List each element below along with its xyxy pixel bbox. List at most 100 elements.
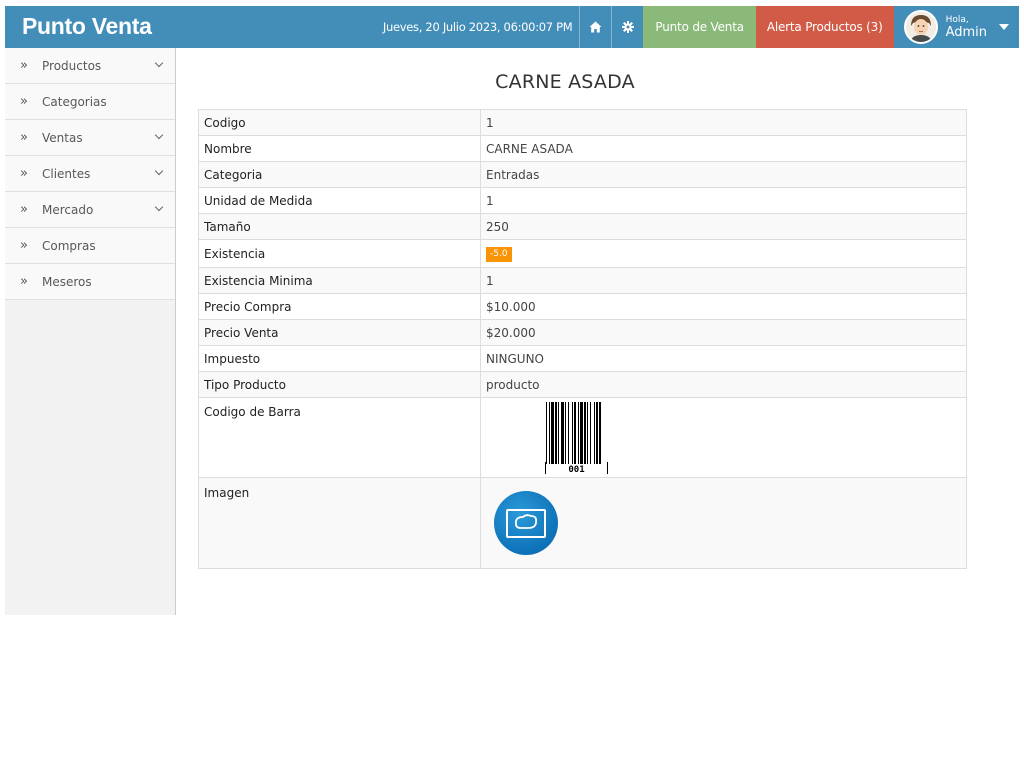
greeting-label: Hola,	[945, 14, 969, 25]
table-row: Codigo 1	[198, 109, 967, 136]
sidebar-item-productos[interactable]: » Productos	[5, 48, 175, 84]
page-title: CARNE ASADA	[495, 71, 635, 93]
product-detail-table: Codigo 1 Nombre CARNE ASADA Categoria En…	[198, 109, 967, 569]
field-value: $20.000	[480, 319, 967, 346]
double-chevron-right-icon: »	[20, 202, 28, 217]
field-label: Codigo	[198, 109, 481, 136]
sidebar-item-label: Meseros	[42, 274, 92, 289]
product-alert-button[interactable]: Alerta Productos (3)	[755, 6, 894, 48]
image-placeholder-icon	[506, 509, 546, 538]
table-row: Tamaño 250	[198, 213, 967, 240]
double-chevron-right-icon: »	[20, 166, 28, 181]
field-value	[480, 477, 967, 569]
table-row: Precio Venta $20.000	[198, 319, 967, 346]
brand-logo[interactable]: Punto Venta	[5, 6, 152, 48]
barcode-bar	[594, 402, 595, 464]
table-row: Existencia Minima 1	[198, 267, 967, 294]
gear-icon	[621, 21, 634, 33]
field-value: -5.0	[480, 239, 967, 268]
field-label: Existencia	[198, 239, 481, 268]
barcode-bar	[555, 402, 557, 464]
field-label: Nombre	[198, 135, 481, 162]
field-value: 1	[480, 109, 967, 136]
field-label: Codigo de Barra	[198, 397, 481, 478]
barcode-bar	[546, 402, 547, 464]
double-chevron-right-icon: »	[20, 94, 28, 109]
field-label: Impuesto	[198, 345, 481, 372]
chevron-down-icon	[154, 130, 164, 140]
top-navbar: Punto Venta Jueves, 20 Julio 2023, 06:00…	[5, 6, 1019, 48]
sidebar-item-meseros[interactable]: » Meseros	[5, 264, 175, 300]
field-value: 001	[480, 397, 967, 478]
field-label: Categoria	[198, 161, 481, 188]
double-chevron-right-icon: »	[20, 274, 28, 289]
sidebar-item-label: Categorias	[42, 94, 107, 109]
sidebar-item-ventas[interactable]: » Ventas	[5, 120, 175, 156]
field-value: 1	[480, 267, 967, 294]
barcode-bar	[596, 402, 598, 464]
pos-button[interactable]: Punto de Venta	[643, 6, 756, 48]
sidebar-item-mercado[interactable]: » Mercado	[5, 192, 175, 228]
stock-badge: -5.0	[486, 247, 512, 262]
table-row: Codigo de Barra 001	[198, 397, 967, 478]
barcode-bar	[551, 402, 554, 464]
barcode-bar	[572, 402, 573, 464]
sidebar-item-compras[interactable]: » Compras	[5, 228, 175, 264]
field-label: Tipo Producto	[198, 371, 481, 398]
table-row: Precio Compra $10.000	[198, 293, 967, 320]
field-value: 1	[480, 187, 967, 214]
table-row: Categoria Entradas	[198, 161, 967, 188]
field-label: Existencia Minima	[198, 267, 481, 294]
home-icon	[589, 21, 602, 33]
user-greeting: Hola, Admin	[945, 14, 987, 40]
avatar	[903, 10, 938, 44]
settings-button[interactable]	[611, 6, 643, 48]
field-value: Entradas	[480, 161, 967, 188]
caret-down-icon	[999, 24, 1009, 30]
double-chevron-right-icon: »	[20, 238, 28, 253]
barcode-number: 001	[568, 465, 584, 474]
field-value: CARNE ASADA	[480, 135, 967, 162]
sidebar-item-label: Productos	[42, 58, 102, 73]
field-value: $10.000	[480, 293, 967, 320]
barcode-bar	[561, 402, 564, 464]
user-menu[interactable]: Hola, Admin	[894, 6, 1019, 48]
barcode-bar	[587, 402, 588, 464]
barcode-bar	[599, 402, 601, 464]
sidebar-item-clientes[interactable]: » Clientes	[5, 156, 175, 192]
double-chevron-right-icon: »	[20, 130, 28, 145]
table-row: Existencia -5.0	[198, 239, 967, 268]
field-label: Tamaño	[198, 213, 481, 240]
field-label: Precio Compra	[198, 293, 481, 320]
table-row: Unidad de Medida 1	[198, 187, 967, 214]
sidebar-item-label: Ventas	[42, 130, 83, 145]
sidebar-item-categorias[interactable]: » Categorias	[5, 84, 175, 120]
table-row: Nombre CARNE ASADA	[198, 135, 967, 162]
table-row: Imagen	[198, 477, 967, 569]
field-value: producto	[480, 371, 967, 398]
barcode-bar	[565, 402, 566, 464]
sidebar-item-label: Clientes	[42, 166, 91, 181]
home-button[interactable]	[579, 6, 611, 48]
barcode-bar	[578, 402, 579, 464]
field-value: 250	[480, 213, 967, 240]
chevron-down-icon	[154, 58, 164, 68]
barcode-bar	[549, 402, 550, 464]
user-name: Admin	[945, 24, 987, 40]
field-label: Imagen	[198, 477, 481, 569]
double-chevron-right-icon: »	[20, 58, 28, 73]
field-value: NINGUNO	[480, 345, 967, 372]
datetime-display: Jueves, 20 Julio 2023, 06:00:07 PM	[382, 20, 573, 34]
chevron-down-icon	[154, 202, 164, 212]
barcode-bar	[558, 402, 559, 464]
barcode-bar	[580, 402, 583, 464]
product-image	[494, 491, 558, 555]
sidebar-item-label: Compras	[42, 238, 96, 253]
barcode-image: 001	[544, 402, 961, 477]
table-row: Tipo Producto producto	[198, 371, 967, 398]
barcode-bar	[590, 402, 591, 464]
sidebar-item-label: Mercado	[42, 202, 94, 217]
chevron-down-icon	[154, 166, 164, 176]
barcode-bar	[574, 402, 576, 464]
barcode-bar	[568, 402, 569, 464]
